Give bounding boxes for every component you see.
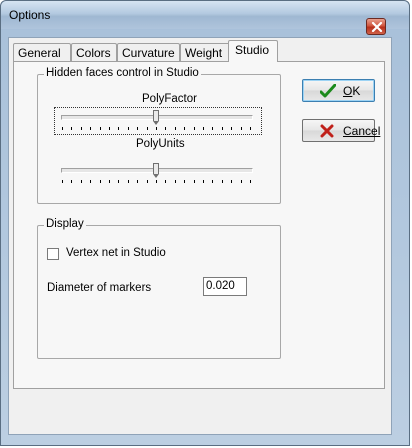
slider-tick <box>156 180 157 183</box>
slider-tick <box>156 127 157 130</box>
slider-tick <box>137 127 138 130</box>
slider-tick <box>175 127 176 130</box>
dialog-client-area: General Colors Curvature Weight Studio H… <box>8 37 392 435</box>
slider-tick <box>222 127 223 130</box>
slider-tick <box>212 180 213 183</box>
slider-tick <box>194 127 195 130</box>
poly-units-ticks <box>62 180 252 183</box>
slider-tick <box>109 180 110 183</box>
slider-tick <box>147 180 148 183</box>
slider-tick <box>203 180 204 183</box>
poly-factor-slider[interactable] <box>59 110 255 133</box>
slider-tick <box>81 127 82 130</box>
slider-tick <box>100 180 101 183</box>
slider-tick <box>222 180 223 183</box>
diameter-input[interactable]: 0.020 <box>203 277 247 296</box>
slider-tick <box>203 127 204 130</box>
slider-tick <box>118 127 119 130</box>
slider-tick <box>109 127 110 130</box>
slider-tick <box>71 180 72 183</box>
window-title: Options <box>9 8 51 22</box>
slider-tick <box>100 127 101 130</box>
poly-factor-thumb[interactable] <box>153 110 159 125</box>
options-window: Options General Colors Curvature Weight … <box>0 0 410 446</box>
slider-tick <box>250 180 251 183</box>
slider-tick <box>90 127 91 130</box>
cancel-label: Cancel <box>343 124 381 138</box>
slider-tick <box>250 127 251 130</box>
slider-tick <box>241 127 242 130</box>
slider-tick <box>184 180 185 183</box>
slider-tick <box>137 180 138 183</box>
slider-tick <box>194 180 195 183</box>
poly-units-slider[interactable] <box>59 163 255 186</box>
slider-tick <box>71 127 72 130</box>
x-mark-icon <box>320 124 334 138</box>
slider-tick <box>128 127 129 130</box>
slider-tick <box>241 180 242 183</box>
tab-colors[interactable]: Colors <box>71 43 117 61</box>
slider-tick <box>212 127 213 130</box>
display-group: Display Vertex net in Studio Diameter of… <box>37 218 281 359</box>
slider-tick <box>184 127 185 130</box>
slider-tick <box>118 180 119 183</box>
studio-tab-panel: Hidden faces control in Studio PolyFacto… <box>13 61 385 389</box>
poly-factor-ticks <box>62 127 252 130</box>
close-icon <box>371 22 383 32</box>
slider-tick <box>90 180 91 183</box>
tab-general[interactable]: General <box>13 43 71 61</box>
slider-tick <box>231 127 232 130</box>
slider-tick <box>175 180 176 183</box>
poly-factor-label: PolyFactor <box>142 93 197 105</box>
slider-tick <box>165 180 166 183</box>
slider-tick <box>231 180 232 183</box>
slider-tick <box>165 127 166 130</box>
poly-units-thumb[interactable] <box>153 163 159 178</box>
hidden-faces-group: Hidden faces control in Studio PolyFacto… <box>37 67 281 204</box>
cancel-button[interactable]: Cancel <box>302 119 380 142</box>
poly-units-label: PolyUnits <box>136 138 185 150</box>
display-legend: Display <box>44 218 86 230</box>
vertex-net-label[interactable]: Vertex net in Studio <box>66 247 166 259</box>
slider-tick <box>62 127 63 130</box>
vertex-net-checkbox[interactable] <box>47 248 59 260</box>
slider-tick <box>147 127 148 130</box>
diameter-label: Diameter of markers <box>47 282 152 294</box>
slider-tick <box>62 180 63 183</box>
tab-curvature[interactable]: Curvature <box>117 43 180 61</box>
close-button[interactable] <box>366 18 386 35</box>
ok-label: OK <box>343 84 361 98</box>
slider-tick <box>128 180 129 183</box>
tab-weight[interactable]: Weight <box>180 43 230 61</box>
slider-tick <box>81 180 82 183</box>
ok-button[interactable]: OK <box>302 79 375 102</box>
title-bar[interactable]: Options <box>1 1 409 35</box>
hidden-faces-legend: Hidden faces control in Studio <box>44 67 201 79</box>
checkmark-icon <box>320 84 336 98</box>
tab-studio[interactable]: Studio <box>228 40 278 62</box>
